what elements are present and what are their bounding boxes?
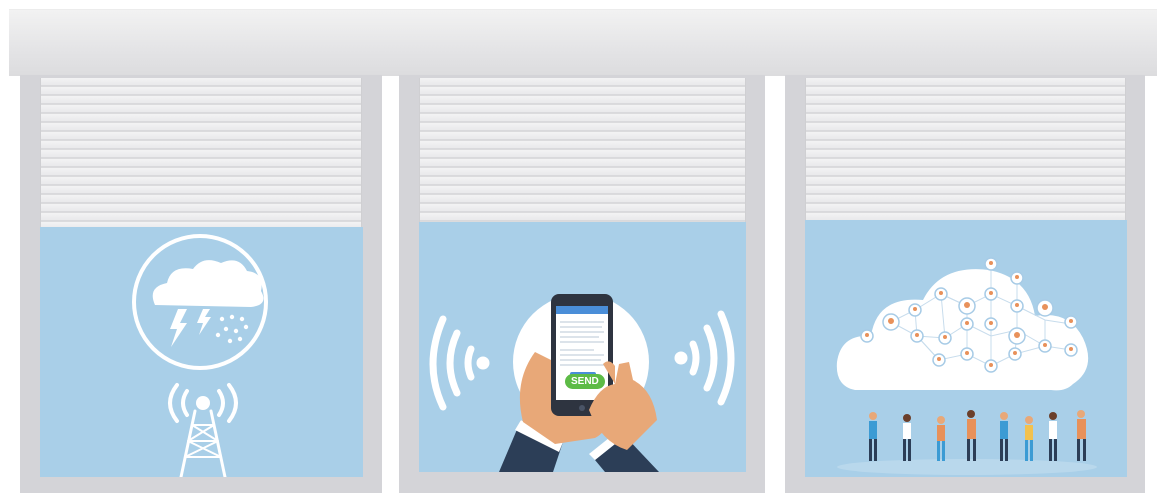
send-button: SEND: [565, 374, 605, 389]
signal-waves-right-icon: [674, 310, 735, 406]
shutter-box-middle: [390, 9, 774, 76]
phone-screen-header: [556, 306, 608, 314]
shutter-box-right: [774, 9, 1157, 76]
roller-shutter-middle: [419, 78, 746, 222]
window-scene-network: [805, 220, 1127, 477]
roller-shutter-right: [805, 78, 1126, 220]
window-scene-messaging: SEND: [419, 222, 746, 472]
people-network-cloud-icon: [836, 257, 1089, 391]
antenna-tower-icon: [168, 383, 238, 477]
shutter-box-left: [9, 9, 390, 76]
people-group-icon: [869, 410, 1086, 461]
window-scene-weather: [40, 227, 363, 477]
storm-cloud-icon: [132, 234, 268, 370]
signal-waves-left-icon: [429, 315, 490, 411]
roller-shutter-left: [40, 78, 362, 227]
